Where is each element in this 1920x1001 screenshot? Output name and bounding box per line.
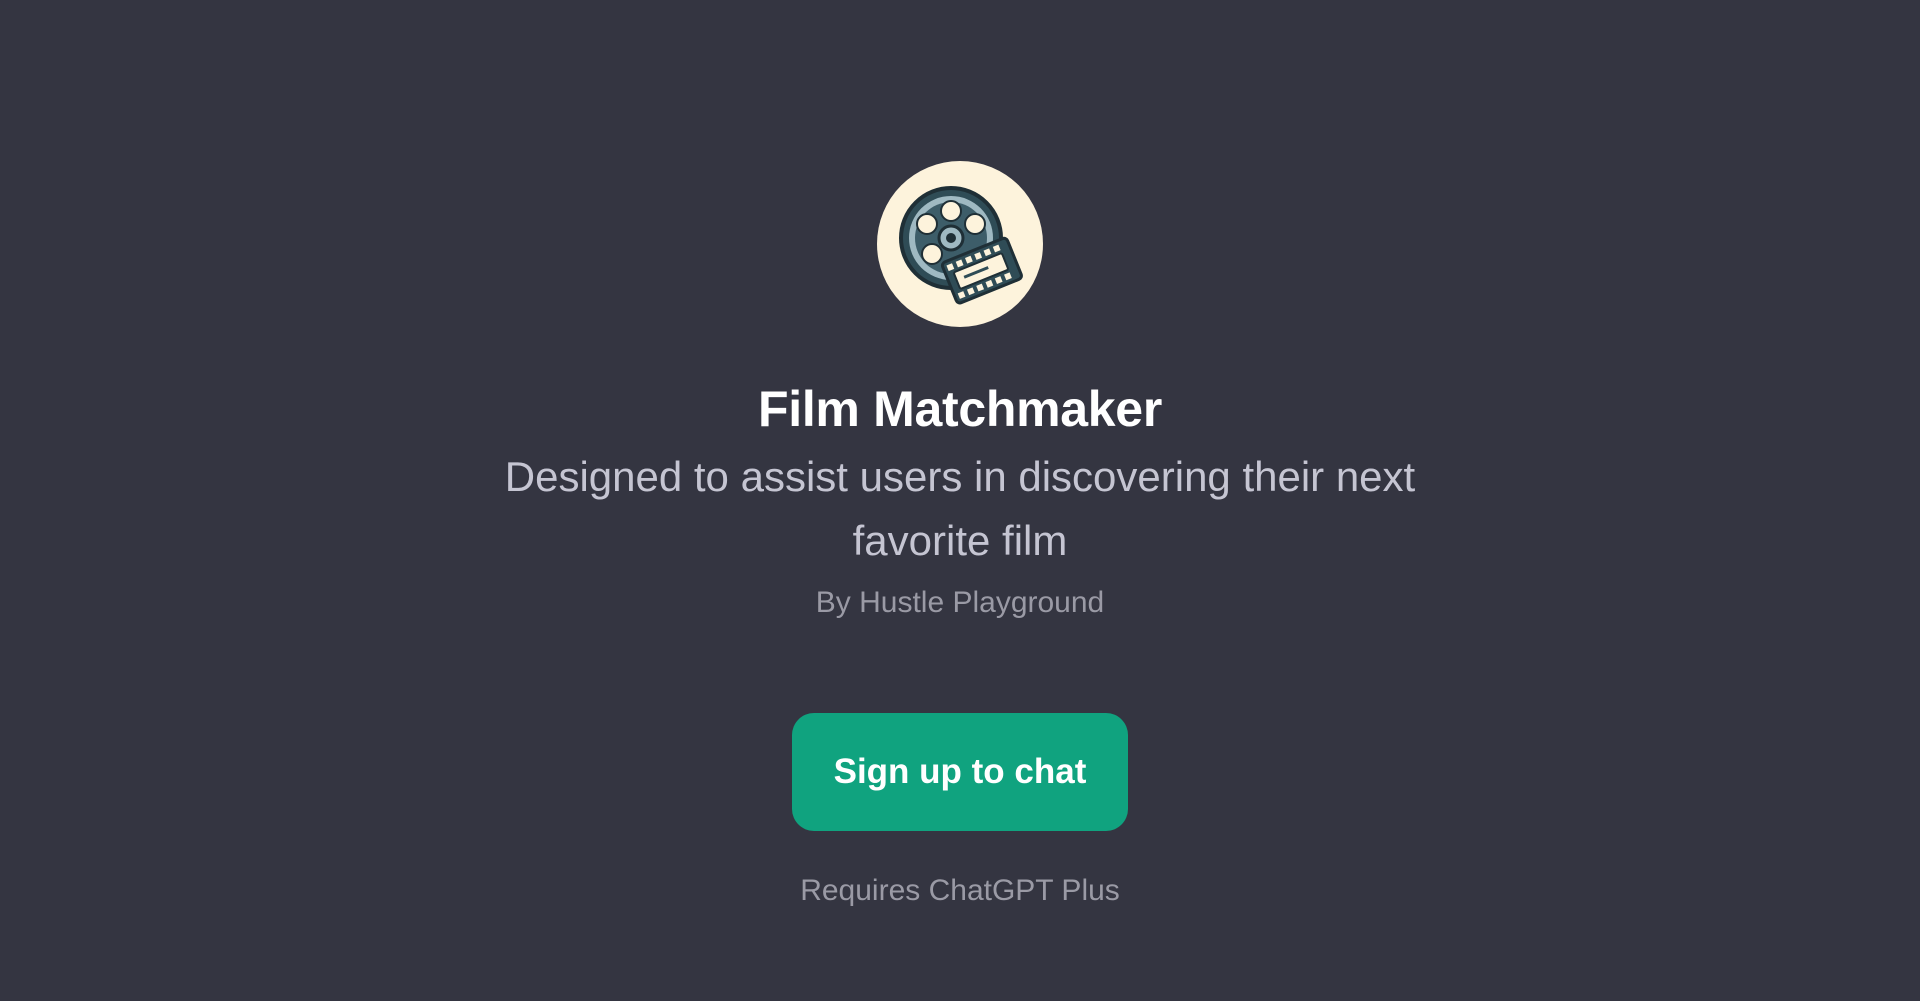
film-reel-ticket-icon bbox=[899, 186, 1023, 305]
gpt-description: Designed to assist users in discovering … bbox=[504, 453, 1416, 564]
sign-up-to-chat-button[interactable]: Sign up to chat bbox=[792, 713, 1128, 831]
gpt-title: Film Matchmaker bbox=[758, 381, 1162, 437]
gpt-avatar bbox=[877, 161, 1043, 327]
gpt-landing-page: Film Matchmaker Designed to assist users… bbox=[0, 0, 1920, 1001]
plan-requirement-note: Requires ChatGPT Plus bbox=[800, 874, 1120, 907]
gpt-author: By Hustle Playground bbox=[815, 586, 1105, 619]
